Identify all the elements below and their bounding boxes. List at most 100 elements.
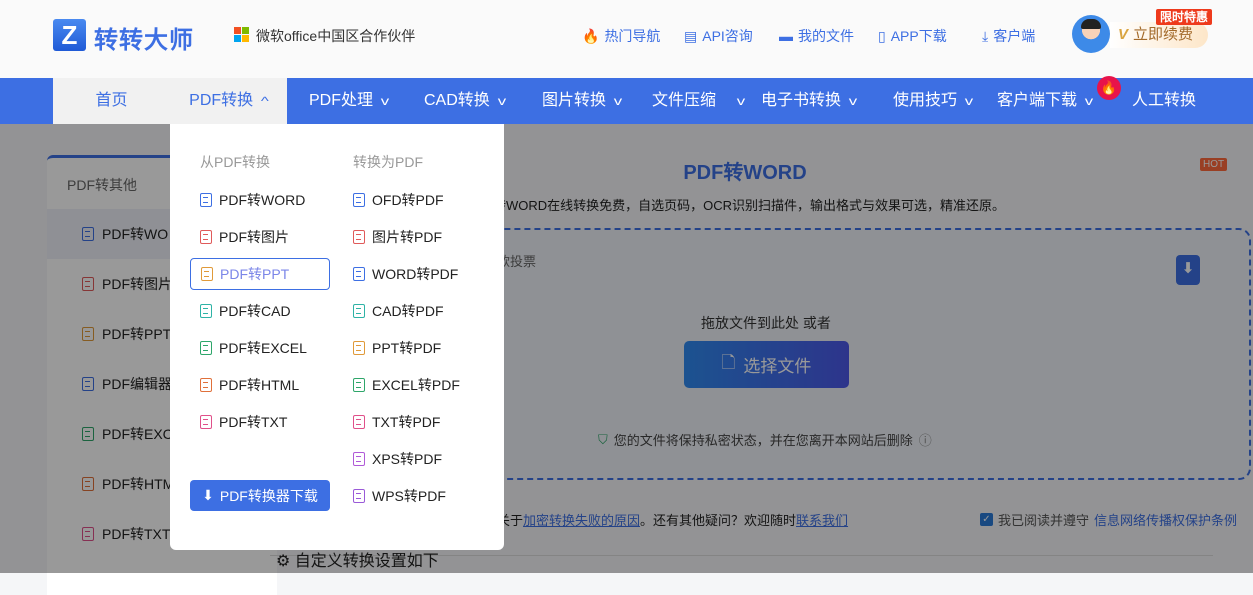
pdf-converter-download-button[interactable]: ⬇ PDF转换器下载 [190,480,330,511]
dropdown-item-label: WORD转PDF [372,266,459,282]
file-type-icon [200,415,212,429]
dropdown-item-label: 图片转PDF [372,229,442,245]
nav-tips[interactable]: 使用技巧 v [893,78,974,124]
app-download-link[interactable]: ▯ APP下载 [878,26,947,46]
nav-manual[interactable]: 人工转换 [1132,78,1196,124]
renew-label: 立即续费 [1133,26,1194,43]
partner-text: 微软office中国区合作伙伴 [256,28,416,44]
chevron-down-icon: v [736,94,746,108]
promo-badge: 限时特惠 [1156,9,1213,25]
dropdown-item[interactable]: PDF转HTML [190,369,330,401]
dropdown-item[interactable]: WPS转PDF [343,480,483,512]
dropdown-item-label: WPS转PDF [372,488,446,504]
chevron-down-icon: v [964,94,974,108]
nav-label: 客户端下载 [997,92,1078,109]
hot-nav-link[interactable]: 🔥 热门导航 [582,26,660,46]
dropdown-item-label: OFD转PDF [372,192,444,208]
nav-label: PDF转换 [189,92,254,109]
chat-icon: ▤ [684,27,698,44]
file-type-icon [200,378,212,392]
nav-label: CAD转换 [424,92,490,109]
nav-label: 文件压缩 [652,92,717,109]
dropdown-item[interactable]: OFD转PDF [343,184,483,216]
fire-icon: 🔥 [582,27,600,44]
nav-cad[interactable]: CAD转换 v [424,78,506,124]
dropdown-item[interactable]: WORD转PDF [343,258,483,290]
file-type-icon [353,489,365,503]
dropdown-item[interactable]: EXCEL转PDF [343,369,483,401]
chevron-up-icon: ^ [261,94,269,108]
chevron-down-icon: v [497,94,506,108]
nav-label: 图片转换 [542,92,607,109]
my-files-link[interactable]: ▬ 我的文件 [779,26,854,46]
dropdown-item-label: PDF转PPT [220,266,290,282]
dropdown-item-label: PDF转CAD [219,303,291,319]
dropdown-item-label: CAD转PDF [372,303,444,319]
nav-ebook[interactable]: 电子书转换 v [761,78,858,124]
nav-label: 首页 [95,92,128,109]
main-nav: 首页 PDF转换 ^ PDF处理 v CAD转换 v 图片转换 v 文件压缩 v 电子书转… [0,78,1253,171]
link-label: 我的文件 [798,28,854,44]
file-type-icon [200,230,212,244]
chevron-down-icon: v [380,94,390,108]
chevron-down-icon: v [848,94,858,108]
nav-pdf-process[interactable]: PDF处理 v [309,78,390,124]
link-label: API咨询 [702,28,753,44]
dropdown-item[interactable]: PDF转EXCEL [190,332,330,364]
file-type-icon [353,341,365,355]
nav-label: 人工转换 [1132,92,1197,109]
file-type-icon [353,378,365,392]
renew-button[interactable]: V 立即续费 [1110,22,1208,48]
dropdown-item[interactable]: XPS转PDF [343,443,483,475]
dropdown-item-label: PDF转图片 [219,229,289,245]
microsoft-icon [234,27,250,43]
api-link[interactable]: ▤ API咨询 [684,26,753,46]
dropdown-item-label: PDF转WORD [219,192,306,208]
nav-client-download[interactable]: 客户端下载 v [997,78,1094,124]
folder-icon: ▬ [779,28,793,44]
client-link[interactable]: ⤓ 客户端 [982,26,1035,46]
chevron-down-icon: v [1084,94,1094,108]
link-label: 客户端 [993,28,1036,44]
nav-image[interactable]: 图片转换 v [542,78,623,124]
dropdown-item[interactable]: PDF转PPT [190,258,330,290]
avatar[interactable] [1072,15,1110,53]
fire-badge-icon: 🔥 [1097,76,1121,100]
link-label: APP下载 [890,28,947,44]
file-type-icon [353,452,365,466]
dropdown-item-label: PDF转HTML [219,377,300,393]
logo-icon[interactable]: Z [53,19,86,51]
dropdown-item[interactable]: PPT转PDF [343,332,483,364]
logo-text[interactable]: 转转大师 [94,20,194,55]
dropdown-item[interactable]: PDF转TXT [190,406,330,438]
download-icon: ⤓ [982,27,989,44]
dropdown-item[interactable]: PDF转图片 [190,221,330,253]
file-type-icon [200,341,212,355]
nav-pdf-convert[interactable]: PDF转换 ^ [170,78,287,124]
nav-label: PDF处理 [309,92,374,109]
nav-home[interactable]: 首页 [53,78,170,124]
chevron-down-icon: v [613,94,623,108]
dropdown-item[interactable]: 图片转PDF [343,221,483,253]
dropdown-item[interactable]: PDF转WORD [190,184,330,216]
nav-label: 电子书转换 [761,92,842,109]
nav-compress[interactable]: 文件压缩 v [652,78,746,124]
file-type-icon [200,304,212,318]
download-label: PDF转换器下载 [219,487,318,504]
file-type-icon [353,193,365,207]
dropdown-item-label: PDF转TXT [219,414,288,430]
dropdown-item[interactable]: CAD转PDF [343,295,483,327]
from-pdf-heading: 从PDF转换 [200,154,270,170]
dropdown-item[interactable]: PDF转CAD [190,295,330,327]
phone-icon: ▯ [878,27,886,44]
dropdown-item-label: PDF转EXCEL [219,340,307,356]
dropdown-item-label: PPT转PDF [372,340,442,356]
file-type-icon [201,267,213,281]
dropdown-item[interactable]: TXT转PDF [343,406,483,438]
pdf-convert-dropdown: 从PDF转换 转换为PDF PDF转WORD PDF转图片 PDF转PPT PDF转C… [170,124,504,550]
file-type-icon [353,230,365,244]
file-type-icon [353,267,365,281]
to-pdf-heading: 转换为PDF [353,154,423,170]
link-label: 热门导航 [604,28,661,44]
file-type-icon [353,415,365,429]
